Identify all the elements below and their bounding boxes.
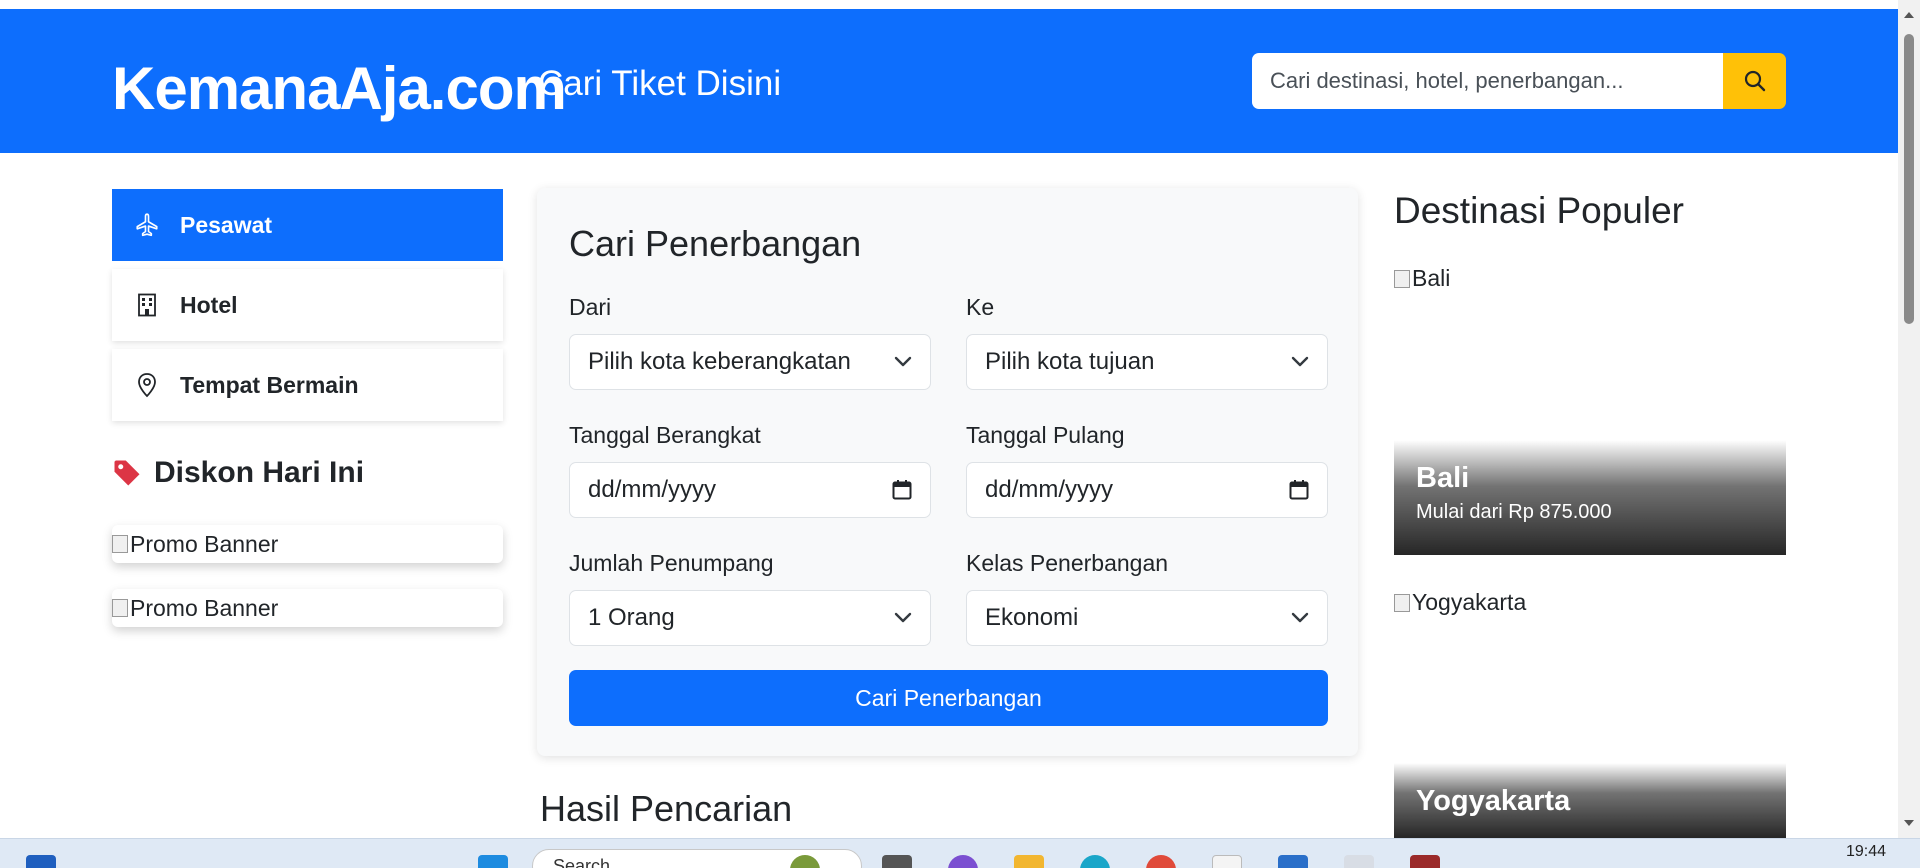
destination-image-bali[interactable]: Bali bbox=[1394, 265, 1450, 292]
calendar-icon[interactable] bbox=[892, 479, 912, 501]
start-icon[interactable] bbox=[478, 855, 508, 868]
depart-date-input[interactable]: dd/mm/yyyy bbox=[569, 462, 931, 518]
broken-image-icon bbox=[112, 535, 128, 553]
discount-heading: Diskon Hari Ini bbox=[112, 456, 364, 490]
brand-logo[interactable]: KemanaAja.com bbox=[112, 54, 567, 123]
search-icon bbox=[1744, 70, 1765, 92]
destination-image-yogyakarta[interactable]: Yogyakarta bbox=[1394, 589, 1526, 616]
from-select[interactable]: Pilih kota keberangkatan bbox=[569, 334, 931, 390]
form-title: Cari Penerbangan bbox=[569, 223, 862, 264]
top-strip bbox=[0, 0, 1898, 9]
search-flights-button[interactable]: Cari Penerbangan bbox=[569, 670, 1328, 726]
widgets-icon[interactable] bbox=[26, 855, 56, 868]
store-icon[interactable] bbox=[1278, 855, 1308, 868]
search-button[interactable] bbox=[1723, 53, 1786, 109]
broken-image-icon bbox=[1394, 593, 1410, 612]
passengers-select-value: 1 Orang bbox=[588, 604, 675, 631]
nav-item-pesawat[interactable]: Pesawat bbox=[112, 189, 503, 261]
scroll-down-arrow-icon[interactable] bbox=[1904, 820, 1914, 826]
destination-card-yogyakarta[interactable]: Yogyakarta bbox=[1394, 763, 1786, 838]
to-label: Ke bbox=[966, 294, 995, 320]
search-input[interactable] bbox=[1252, 53, 1723, 109]
nav-item-tempat-bermain[interactable]: Tempat Bermain bbox=[112, 349, 503, 421]
chevron-down-icon bbox=[894, 356, 912, 367]
destination-alt-text: Yogyakarta bbox=[1412, 589, 1527, 615]
return-date-input[interactable]: dd/mm/yyyy bbox=[966, 462, 1328, 518]
chevron-down-icon bbox=[1291, 612, 1309, 623]
header-search bbox=[1252, 53, 1786, 109]
class-label: Kelas Penerbangan bbox=[966, 550, 1169, 576]
scroll-thumb[interactable] bbox=[1904, 34, 1914, 324]
promo-banner[interactable]: Promo Banner bbox=[112, 589, 503, 627]
building-icon bbox=[134, 292, 160, 318]
task-view-icon[interactable] bbox=[882, 855, 912, 868]
return-date-label: Tanggal Pulang bbox=[966, 422, 1125, 448]
calendar-icon[interactable] bbox=[1289, 479, 1309, 501]
promo-alt-text: Promo Banner bbox=[130, 530, 279, 557]
passengers-select[interactable]: 1 Orang bbox=[569, 590, 931, 646]
destination-alt-text: Bali bbox=[1412, 265, 1451, 291]
scroll-up-arrow-icon[interactable] bbox=[1904, 12, 1914, 18]
os-taskbar: Search 19:44 bbox=[0, 838, 1920, 868]
to-select[interactable]: Pilih kota tujuan bbox=[966, 334, 1328, 390]
notepad-icon[interactable] bbox=[1344, 855, 1374, 868]
chevron-down-icon bbox=[894, 612, 912, 623]
destination-price: Mulai dari Rp 875.000 bbox=[1416, 501, 1612, 523]
class-select[interactable]: Ekonomi bbox=[966, 590, 1328, 646]
flight-search-form: Cari Penerbangan Dari Pilih kota keberan… bbox=[537, 188, 1358, 756]
category-nav: Pesawat Hotel Tempat Bermain bbox=[112, 189, 503, 429]
from-select-value: Pilih kota keberangkatan bbox=[588, 348, 851, 375]
teams-icon[interactable] bbox=[948, 855, 978, 868]
return-date-value: dd/mm/yyyy bbox=[985, 476, 1114, 503]
airplane-icon bbox=[134, 212, 160, 238]
nav-item-label: Tempat Bermain bbox=[180, 371, 359, 398]
depart-date-value: dd/mm/yyyy bbox=[588, 476, 717, 503]
discount-title: Diskon Hari Ini bbox=[154, 456, 365, 489]
from-label: Dari bbox=[569, 294, 612, 320]
archive-icon[interactable] bbox=[1410, 855, 1440, 868]
map-pin-icon bbox=[134, 372, 160, 398]
destination-name: Yogyakarta bbox=[1416, 785, 1571, 817]
tag-icon bbox=[112, 458, 142, 488]
broken-image-icon bbox=[112, 599, 128, 617]
chrome-icon[interactable] bbox=[1146, 855, 1176, 868]
file-explorer-icon[interactable] bbox=[1014, 855, 1044, 868]
page: KemanaAja.com Cari Tiket Disini Pesawat bbox=[0, 0, 1920, 868]
edge-icon[interactable] bbox=[1080, 855, 1110, 868]
destination-card-bali[interactable]: Bali Mulai dari Rp 875.000 bbox=[1394, 440, 1786, 555]
popular-destinations-heading: Destinasi Populer bbox=[1394, 190, 1684, 231]
class-select-value: Ekonomi bbox=[985, 604, 1079, 631]
header-tagline: Cari Tiket Disini bbox=[538, 64, 782, 103]
results-heading: Hasil Pencarian bbox=[540, 788, 793, 829]
to-select-value: Pilih kota tujuan bbox=[985, 348, 1155, 375]
app-icon[interactable] bbox=[1212, 855, 1242, 868]
chevron-down-icon bbox=[1291, 356, 1309, 367]
site-header: KemanaAja.com Cari Tiket Disini bbox=[0, 9, 1898, 153]
taskbar-clock[interactable]: 19:44 bbox=[1846, 843, 1886, 861]
nav-item-label: Pesawat bbox=[180, 211, 273, 238]
promo-banner[interactable]: Promo Banner bbox=[112, 525, 503, 563]
destination-name: Bali bbox=[1416, 462, 1470, 494]
depart-date-label: Tanggal Berangkat bbox=[569, 422, 761, 448]
page-scrollbar[interactable] bbox=[1898, 0, 1920, 838]
passengers-label: Jumlah Penumpang bbox=[569, 550, 774, 576]
broken-image-icon bbox=[1394, 269, 1410, 288]
promo-alt-text: Promo Banner bbox=[130, 594, 279, 621]
taskbar-search-label: Search bbox=[553, 856, 611, 868]
nav-item-hotel[interactable]: Hotel bbox=[112, 269, 503, 341]
nav-item-label: Hotel bbox=[180, 291, 238, 318]
